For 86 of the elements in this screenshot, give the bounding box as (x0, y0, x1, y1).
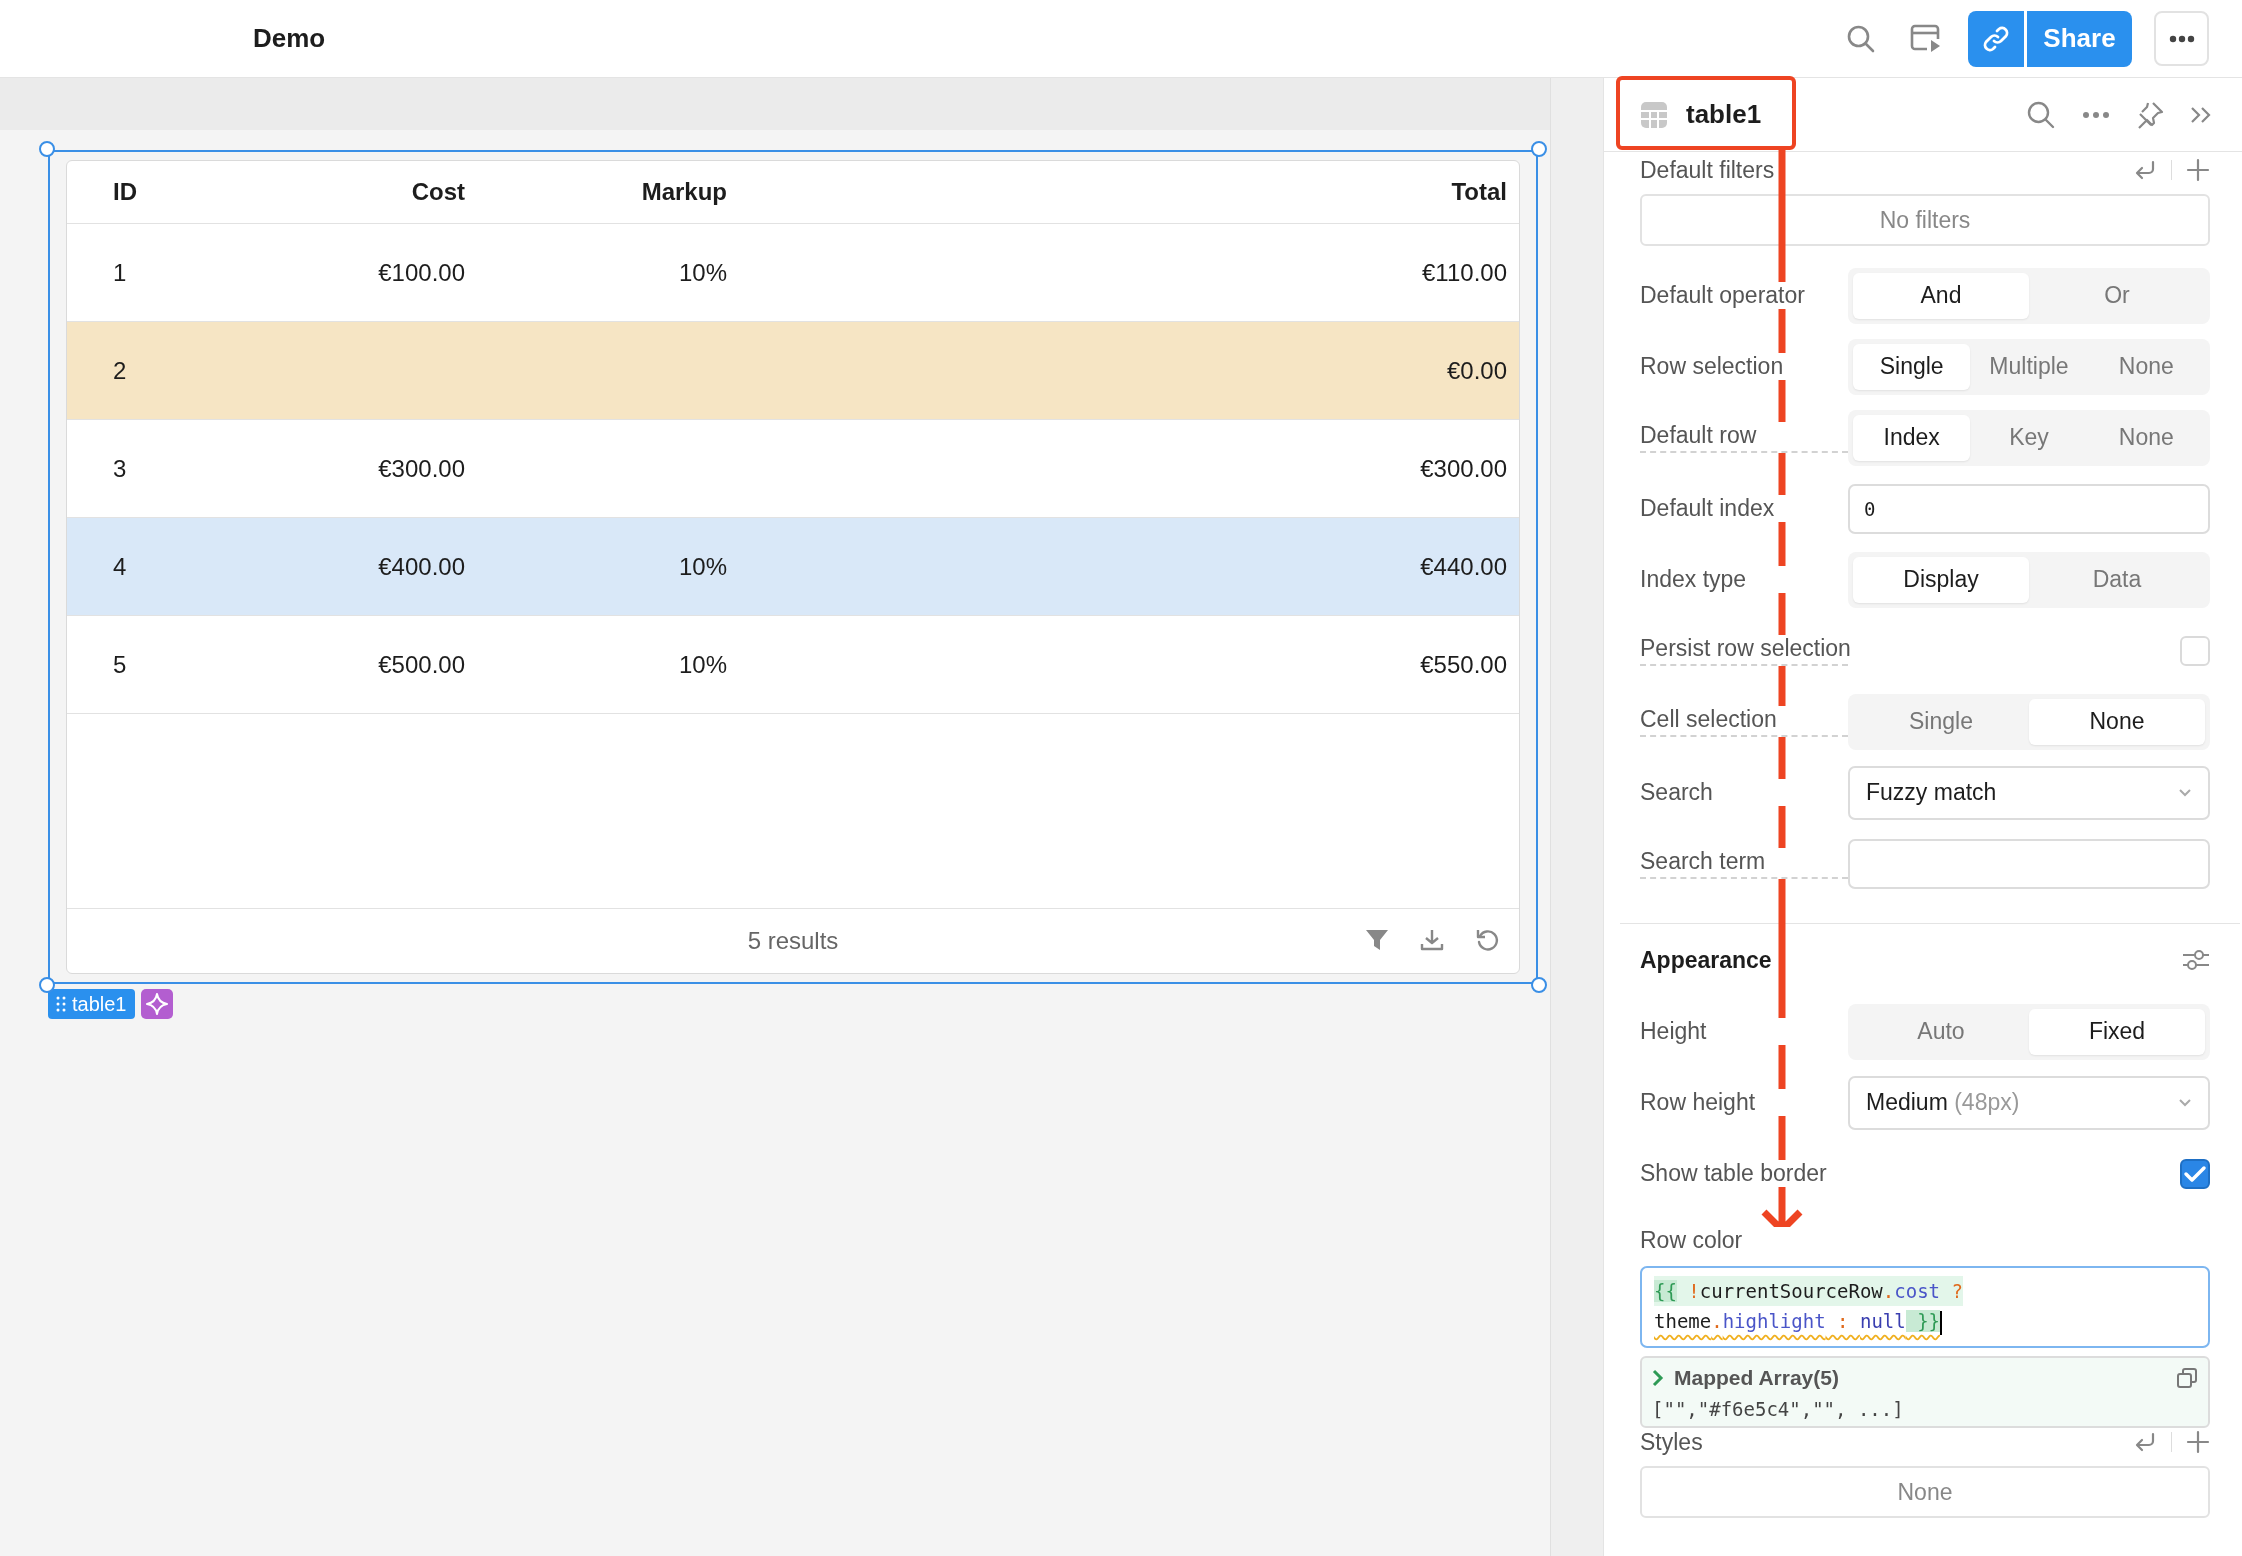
table-cell: 1 (113, 258, 127, 286)
resize-handle[interactable] (39, 141, 55, 157)
drag-handle-icon (56, 996, 66, 1012)
app-title: Demo (253, 23, 326, 54)
column-header[interactable]: Markup (477, 178, 739, 206)
search-icon[interactable] (1846, 23, 1876, 54)
segment-option[interactable]: None (2087, 343, 2205, 390)
download-icon[interactable] (1420, 928, 1444, 952)
column-header[interactable]: Total (739, 178, 1519, 206)
code-line: theme.highlight : null }} (1654, 1306, 1943, 1336)
text-input[interactable] (1848, 838, 2210, 889)
table-cell: €550.00 (1420, 650, 1507, 678)
table-icon (1640, 100, 1668, 129)
search-icon[interactable] (2026, 99, 2056, 130)
table-cell: €400.00 (378, 552, 465, 580)
inspector-title: table1 (1686, 99, 1762, 130)
sliders-icon[interactable] (2182, 948, 2210, 972)
table-row[interactable]: 4 €400.00 10% €440.00 (67, 518, 1519, 616)
text-input[interactable]: 0 (1848, 483, 2210, 534)
selected-component-frame[interactable]: ID Cost Markup Total 1 €100.00 10% €110.00 2 €0.00 3 €300.00 €300.00 4 €400.00 10% €440.00 5 €500.00 10% €550.00 5 results (48, 150, 1538, 984)
segment-option[interactable]: Fixed (2029, 1008, 2205, 1055)
undo-icon[interactable] (2133, 1431, 2157, 1453)
resize-handle[interactable] (1531, 141, 1547, 157)
segment-option[interactable]: Single (1853, 698, 2029, 745)
setting-label: Search term (1640, 848, 1848, 879)
column-header[interactable]: Cost (197, 178, 477, 206)
plus-icon[interactable] (2186, 158, 2210, 182)
chevron-down-icon (2178, 788, 2192, 797)
table-cell: €110.00 (1422, 258, 1507, 286)
setting-label: Persist row selection (1640, 635, 1848, 666)
segment-option[interactable]: Key (1970, 414, 2088, 461)
result-value: ["","#f6e5c4","", ...] (1652, 1398, 1905, 1420)
section-title: Appearance (1640, 946, 1772, 974)
result-title: Mapped Array(5) (1674, 1366, 1839, 1390)
segment-option[interactable]: Multiple (1970, 343, 2088, 390)
preview-window-icon[interactable] (1910, 23, 1942, 54)
segment-option[interactable]: Single (1853, 343, 1971, 390)
empty-list-text: None (1897, 1478, 1953, 1506)
copy-icon[interactable] (2176, 1367, 2198, 1389)
plus-icon[interactable] (2186, 1430, 2210, 1454)
table-cell: €440.00 (1420, 552, 1507, 580)
segment-option[interactable]: Auto (1853, 1008, 2029, 1055)
more-icon (2168, 34, 2195, 43)
table-cell: €100.00 (378, 258, 465, 286)
empty-list-text: No filters (1879, 206, 1971, 234)
filter-icon[interactable] (1365, 928, 1389, 952)
segment-option[interactable]: None (2087, 414, 2205, 461)
table-cell: €500.00 (378, 650, 465, 678)
table-cell: 10% (678, 650, 727, 678)
table-row[interactable]: 2 €0.00 (67, 322, 1519, 420)
table-cell: 2 (113, 356, 127, 384)
more-button[interactable] (2154, 11, 2209, 66)
refresh-icon[interactable] (1475, 928, 1499, 952)
segment-option[interactable]: Or (2029, 272, 2205, 319)
setting-label: Default row (1640, 422, 1848, 453)
chevron-down-icon (2178, 1098, 2192, 1107)
checkbox[interactable] (2180, 1158, 2210, 1189)
table-cell: 10% (678, 258, 727, 286)
code-editor[interactable]: {{ !currentSourceRow.cost ? theme.highlight : null }} (1640, 1266, 2210, 1348)
table-cell: €0.00 (1446, 356, 1507, 384)
segment-option[interactable]: And (1853, 272, 2029, 319)
resize-handle[interactable] (39, 977, 55, 993)
segment-option[interactable]: Data (2029, 556, 2205, 603)
select-dropdown[interactable]: Fuzzy match (1848, 765, 2210, 820)
resize-handle[interactable] (1531, 977, 1547, 993)
table-cell: €300.00 (378, 454, 465, 482)
table-cell: €300.00 (1420, 454, 1507, 482)
segment-option[interactable]: Index (1853, 414, 1971, 461)
pin-icon[interactable] (2136, 100, 2164, 129)
sparkle-button[interactable] (140, 989, 173, 1019)
chevron-right-icon[interactable] (1652, 1369, 1664, 1387)
table-cell: 5 (113, 650, 127, 678)
select-dropdown[interactable]: Medium (48px) (1848, 1075, 2210, 1130)
table-cell: 10% (678, 552, 727, 580)
undo-icon[interactable] (2133, 159, 2157, 181)
more-icon[interactable] (2082, 110, 2110, 119)
table-cell: 3 (113, 454, 127, 482)
setting-label: Cell selection (1640, 706, 1848, 737)
copy-link-button[interactable] (1968, 10, 2024, 67)
segment-option[interactable]: Display (1853, 556, 2029, 603)
double-chevron-icon[interactable] (2190, 105, 2212, 124)
segment-option[interactable]: None (2029, 698, 2205, 745)
table-row[interactable]: 5 €500.00 10% €550.00 (67, 616, 1519, 714)
table-cell: 4 (113, 552, 127, 580)
column-header[interactable]: ID (67, 178, 197, 206)
results-count: 5 results (747, 927, 839, 955)
